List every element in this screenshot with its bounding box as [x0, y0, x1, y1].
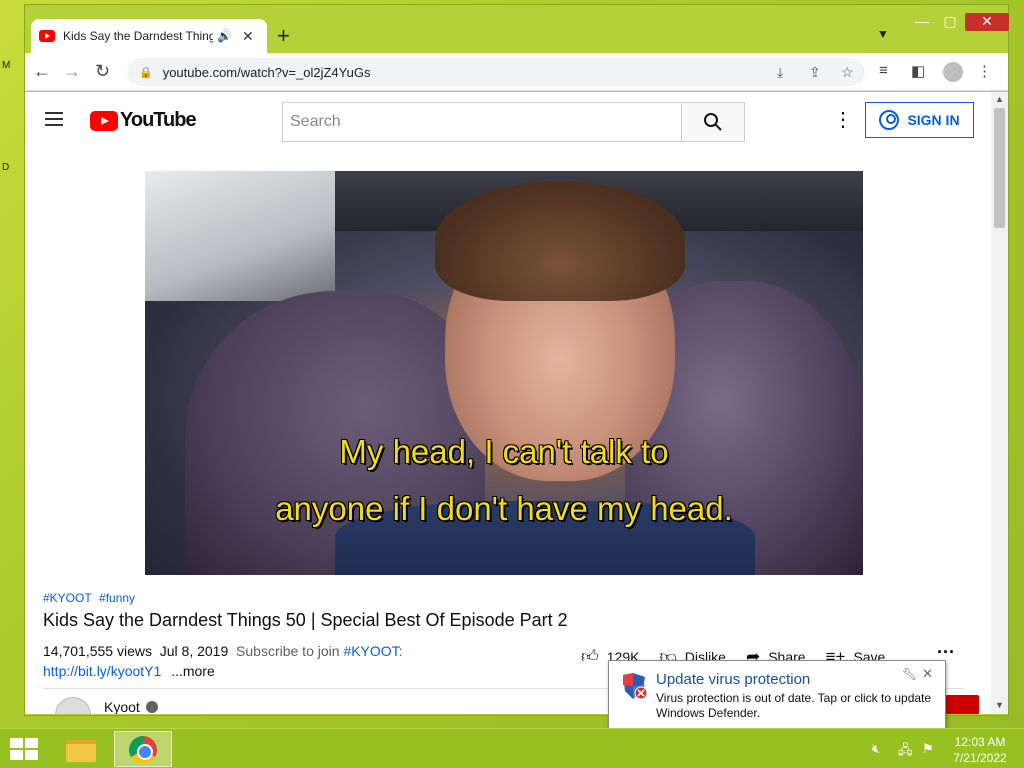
description-line: http://bit.ly/kyootY1 ...more [43, 663, 215, 679]
channel-name[interactable]: Kyoot [104, 699, 158, 714]
browser-toolbar: ← → ↻ 🔒 youtube.com/watch?v=_ol2jZ4YuGs … [25, 53, 1008, 91]
maximize-button[interactable]: ▢ [937, 13, 963, 31]
tab-close-icon[interactable]: ✕ [242, 28, 254, 45]
scroll-thumb[interactable] [994, 108, 1005, 228]
speaker-icon[interactable]: 🔊 [217, 29, 232, 43]
taskbar: 🔇︎ 🖧 ⚑ 12:03 AM 7/21/2022 [0, 728, 1024, 768]
browser-menu-icon[interactable]: ⋮ [977, 62, 992, 80]
video-caption-line: anyone if I don't have my head. [275, 490, 733, 527]
bookmark-star-icon[interactable]: ☆ [841, 64, 854, 81]
sign-in-button[interactable]: SIGN IN [865, 102, 974, 138]
back-arrow-icon[interactable]: ← [33, 61, 51, 82]
video-caption-line: My head, I can't talk to [339, 433, 669, 470]
url-text[interactable]: youtube.com/watch?v=_ol2jZ4YuGs [163, 65, 371, 80]
browser-tab[interactable]: Kids Say the Darndest Things 50 🔊 ✕ [31, 19, 267, 53]
reload-icon[interactable]: ↻ [95, 61, 110, 82]
wrench-icon[interactable]: 🔧︎ [902, 667, 917, 681]
lock-icon[interactable]: 🔒 [139, 66, 153, 79]
notification-balloon[interactable]: Update virus protection Virus protection… [608, 660, 946, 730]
side-panel-icon[interactable]: ◧ [911, 62, 925, 80]
sign-in-label: SIGN IN [907, 112, 960, 128]
subscribe-button[interactable] [941, 695, 979, 714]
tab-search-chevron-icon[interactable]: ▼ [877, 27, 889, 41]
description-hashtag-link[interactable]: #KYOOT: [343, 643, 402, 659]
video-meta: 14,701,555 views Jul 8, 2019 Subscribe t… [43, 643, 403, 659]
address-bar[interactable]: 🔒 youtube.com/watch?v=_ol2jZ4YuGs ⤓ ⇪ ☆ [127, 58, 865, 86]
view-count: 14,701,555 views [43, 643, 152, 659]
video-player[interactable]: My head, I can't talk to anyone if I don… [145, 171, 863, 575]
youtube-logo[interactable]: YouTube [90, 109, 197, 132]
desktop-icon-label[interactable]: D [2, 162, 9, 173]
file-explorer-taskbar-button[interactable] [52, 731, 110, 767]
browser-window: Kids Say the Darndest Things 50 🔊 ✕ + ▼ … [24, 4, 1009, 716]
hamburger-menu-icon[interactable] [45, 112, 63, 126]
profile-avatar-icon[interactable] [943, 62, 963, 82]
youtube-logo-text: YouTube [120, 109, 197, 131]
forward-arrow-icon[interactable]: → [63, 61, 81, 82]
scroll-up-arrow-icon[interactable]: ▲ [995, 94, 1004, 104]
video-title: Kids Say the Darndest Things 50 | Specia… [43, 610, 568, 630]
hashtag-link[interactable]: #KYOOT [43, 591, 92, 605]
action-center-flag-icon[interactable]: ⚑ [922, 741, 934, 757]
clock-date: 7/21/2022 [953, 751, 1007, 765]
volume-muted-icon[interactable]: 🔇︎ [872, 741, 880, 757]
hashtag-list: #KYOOT #funny [43, 591, 139, 605]
new-tab-button[interactable]: + [277, 23, 290, 49]
youtube-play-logo-icon [90, 110, 118, 131]
video-frame-detail [145, 171, 335, 301]
chrome-taskbar-button[interactable] [114, 731, 172, 767]
search-input[interactable]: Search [282, 102, 682, 142]
search-icon [704, 113, 722, 131]
notification-close-icon[interactable]: ✕ [922, 666, 933, 682]
taskbar-clock[interactable]: 12:03 AM 7/21/2022 [940, 734, 1020, 766]
verified-badge-icon [145, 701, 158, 713]
show-more-button[interactable]: ...more [171, 663, 215, 679]
description-text: Subscribe to join [236, 643, 340, 659]
minimize-button[interactable]: — [909, 13, 935, 31]
video-frame-detail [435, 181, 685, 301]
browser-titlebar: Kids Say the Darndest Things 50 🔊 ✕ + ▼ … [25, 5, 1009, 53]
notification-text: Virus protection is out of date. Tap or … [656, 691, 932, 720]
channel-avatar[interactable] [55, 697, 91, 714]
share-icon[interactable]: ⇪ [809, 64, 821, 81]
settings-kebab-icon[interactable]: ⋮ [833, 110, 853, 130]
clock-time: 12:03 AM [954, 735, 1006, 749]
description-url-link[interactable]: http://bit.ly/kyootY1 [43, 663, 161, 679]
upload-date: Jul 8, 2019 [159, 643, 229, 659]
hashtag-link[interactable]: #funny [99, 591, 135, 605]
windows-defender-shield-icon [623, 673, 648, 700]
install-icon[interactable]: ⤓ [777, 64, 783, 81]
network-icon[interactable]: 🖧 [898, 741, 913, 763]
chrome-icon [129, 736, 157, 764]
page-viewport: YouTube Search ⋮ SIGN IN My head, I can'… [25, 92, 1008, 714]
desktop-icon-label[interactable]: M [2, 60, 10, 71]
tab-title: Kids Say the Darndest Things 50 [63, 29, 213, 43]
media-queue-icon[interactable]: ≡ [879, 62, 888, 79]
page-scrollbar[interactable]: ▲ ▼ [991, 92, 1008, 714]
thumbs-up-icon: 👍︎ [581, 647, 599, 666]
scroll-down-arrow-icon[interactable]: ▼ [995, 700, 1004, 710]
start-button[interactable] [10, 738, 38, 760]
youtube-favicon-icon [39, 30, 55, 42]
notification-title: Update virus protection [656, 671, 811, 688]
search-button[interactable] [681, 102, 745, 142]
close-window-button[interactable]: ✕ [965, 13, 1009, 31]
account-icon [879, 110, 900, 130]
youtube-header: YouTube Search ⋮ SIGN IN [25, 92, 991, 148]
folder-icon [66, 740, 96, 762]
